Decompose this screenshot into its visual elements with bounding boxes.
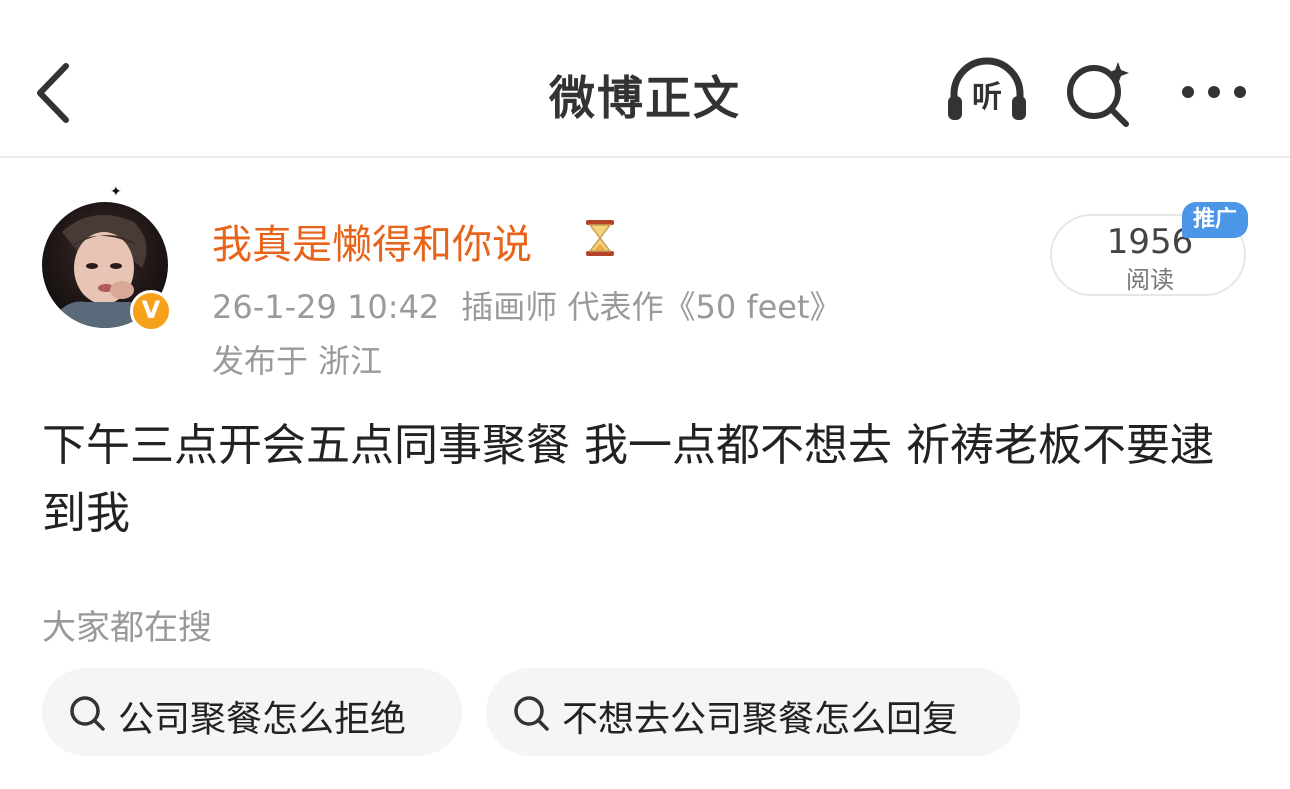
related-search-chip[interactable]: 不想去公司聚餐怎么回复 xyxy=(486,668,1020,756)
post-content: 下午三点开会五点同事聚餐 我一点都不想去 祈祷老板不要逮到我 xyxy=(42,420,1214,539)
listen-button[interactable]: 听 xyxy=(944,56,1030,126)
post-meta: 26-1-29 10:42 插画师 代表作《50 feet》 xyxy=(212,282,842,328)
author-name[interactable]: 我真是懒得和你说 xyxy=(212,212,532,270)
author-title: 插画师 代表作《50 feet》 xyxy=(461,288,842,326)
hourglass-icon xyxy=(586,220,614,256)
related-search-chip[interactable]: 公司聚餐怎么拒绝 xyxy=(42,668,462,756)
more-dots-icon xyxy=(1182,86,1246,98)
search-button[interactable] xyxy=(1064,56,1136,128)
search-icon xyxy=(514,696,549,731)
search-sparkle-icon xyxy=(1067,62,1129,127)
promo-badge: 推广 xyxy=(1182,202,1248,238)
post-timestamp: 26-1-29 10:42 xyxy=(212,288,440,326)
related-search-label: 公司聚餐怎么拒绝 xyxy=(118,699,407,740)
verified-badge: V xyxy=(130,290,172,332)
related-search-title: 大家都在搜 xyxy=(42,608,212,648)
related-search-label: 不想去公司聚餐怎么回复 xyxy=(562,699,959,740)
more-options-button[interactable] xyxy=(1176,70,1252,114)
listen-label: 听 xyxy=(972,80,1002,115)
post-location: 发布于 浙江 xyxy=(212,342,383,380)
search-icon xyxy=(70,696,105,731)
top-navigation-bar: 微博正文 听 xyxy=(0,0,1290,158)
read-label: 阅读 xyxy=(1126,266,1174,294)
sparkle-decoration-icon: ✦ xyxy=(110,184,122,200)
